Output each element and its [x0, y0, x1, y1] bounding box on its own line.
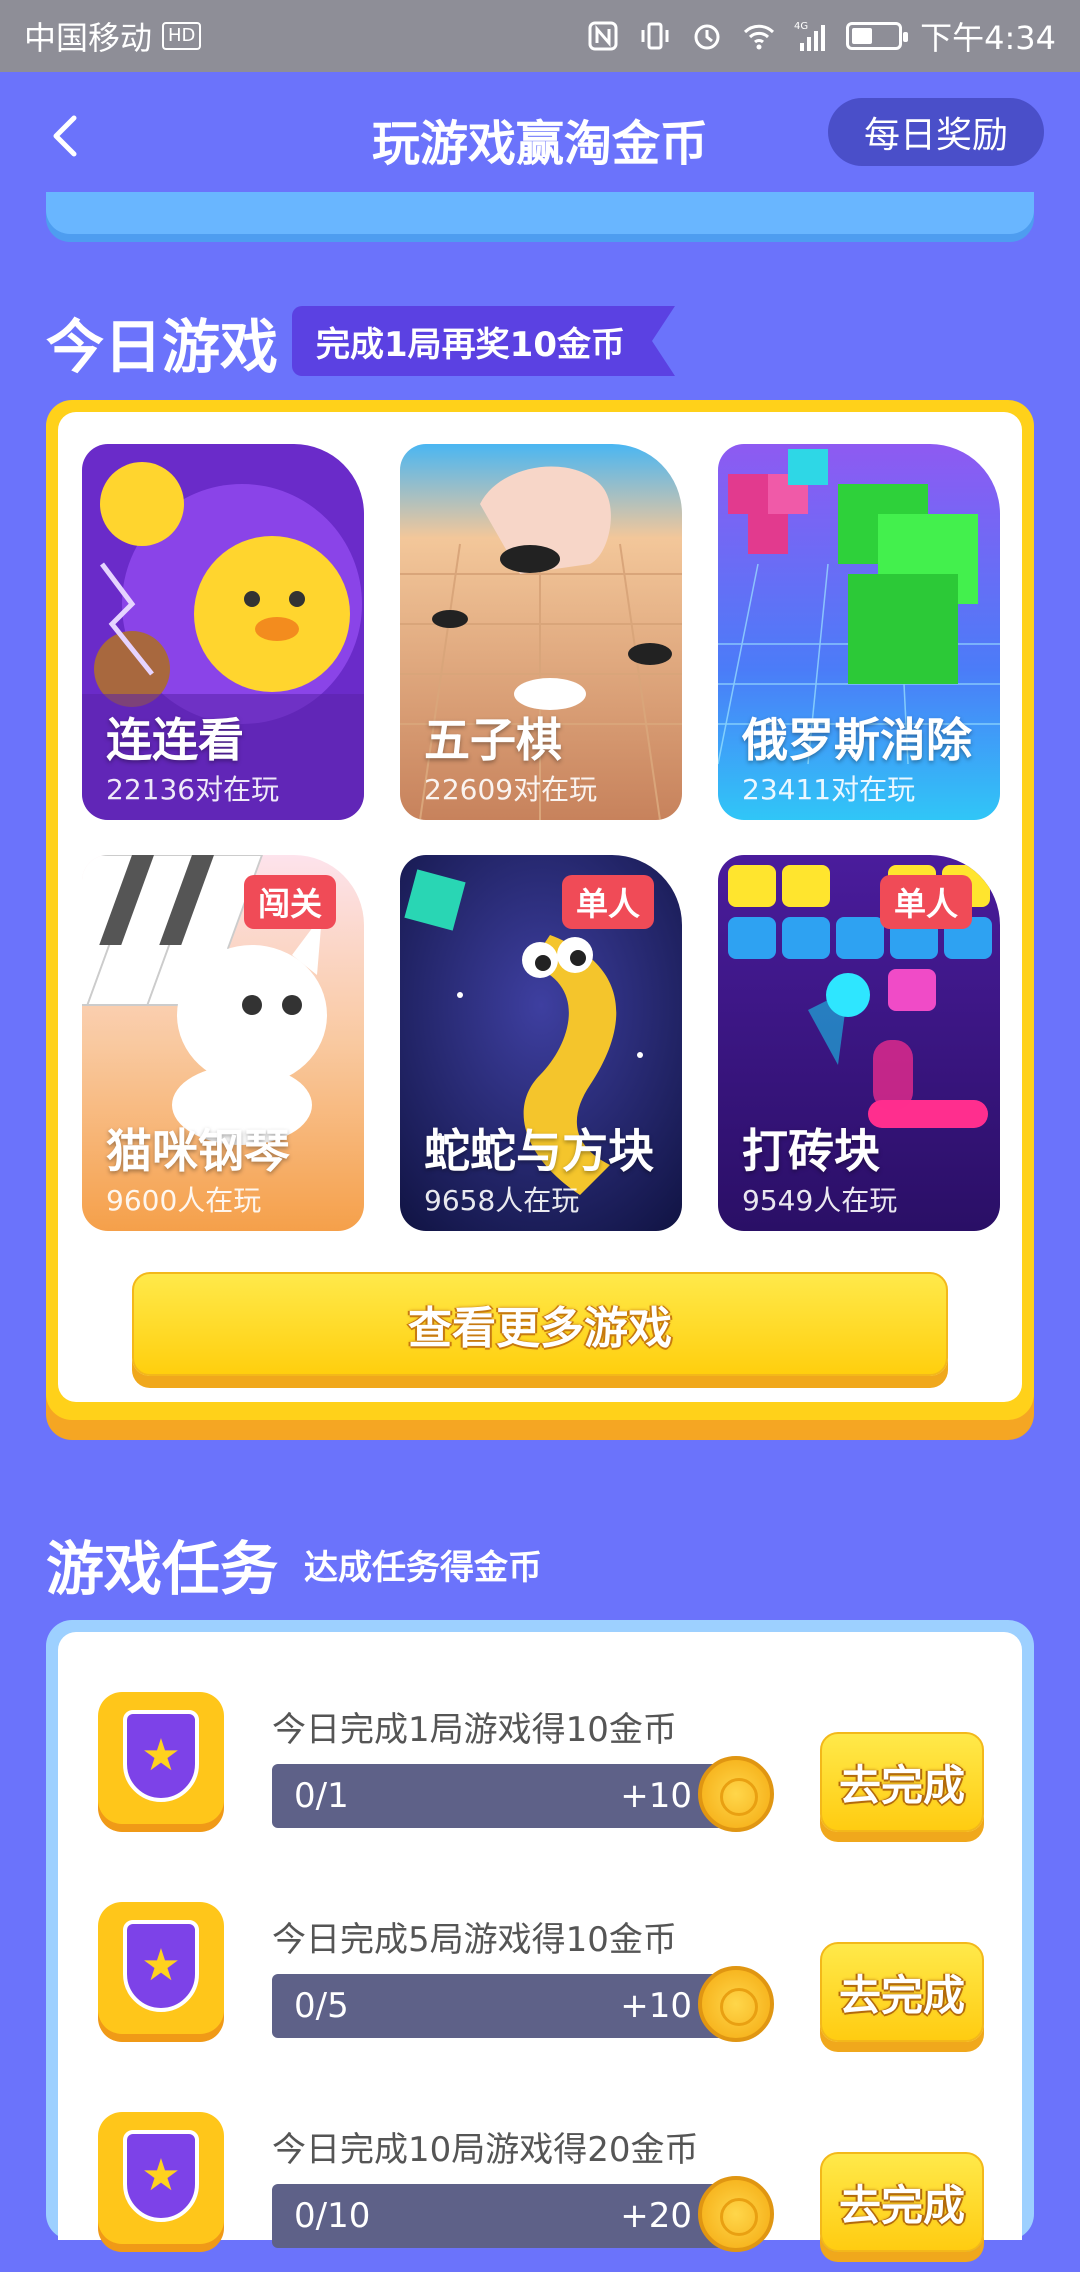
game-players: 22609对在玩 [424, 773, 598, 806]
task-reward-value: +10 [620, 1986, 692, 2026]
status-bar: 中国移动 HD 4G 下午4:34 [0, 0, 1080, 72]
task-badge: ★ [98, 1692, 224, 1824]
game-name: 五子棋 [424, 713, 562, 767]
game-name: 连连看 [106, 713, 244, 767]
game-tile-snake-blocks[interactable]: 单人 蛇蛇与方块 9658人在玩 [400, 855, 682, 1231]
game-tasks-title: 游戏任务 [46, 1535, 279, 1603]
task-description: 今日完成5局游戏得10金币 [272, 1920, 677, 1960]
network-type-label: 4G [794, 21, 808, 32]
task-badge: ★ [98, 2112, 224, 2244]
star-icon: ★ [141, 1940, 181, 1991]
game-name: 猫咪钢琴 [106, 1124, 290, 1178]
game-tag-badge: 单人 [879, 875, 972, 929]
tasks-card: ★ 今日完成1局游戏得10金币 0/1 +10 去完成 ★ 今日完成5局游戏得1… [46, 1620, 1034, 2252]
shield-icon: ★ [123, 1710, 199, 1802]
game-tile-maomi-piano[interactable]: 闯关 猫咪钢琴 9600人在玩 [82, 855, 364, 1231]
task-reward-value: +20 [620, 2196, 692, 2236]
task-progress-value: 0/5 [294, 1986, 349, 2026]
game-players: 9600人在玩 [106, 1184, 262, 1217]
nfc-icon [586, 19, 620, 53]
more-games-button[interactable]: 查看更多游戏 [132, 1272, 948, 1376]
daily-reward-button[interactable]: 每日奖励 [827, 98, 1044, 166]
status-left: 中国移动 HD [24, 13, 202, 59]
banner-bottom-edge [46, 192, 1034, 234]
status-right: 4G 下午4:34 [586, 13, 1056, 59]
gold-coin-icon [698, 2176, 774, 2252]
game-name: 俄罗斯消除 [742, 713, 972, 767]
game-tile-lianliankan[interactable]: 连连看 22136对在玩 [82, 444, 364, 820]
app-header: 玩游戏赢淘金币 每日奖励 [0, 72, 1080, 202]
task-row: ★ 今日完成10局游戏得20金币 0/10 +20 去完成 [58, 2092, 1022, 2272]
game-players: 22136对在玩 [106, 773, 280, 806]
task-progress-bar: 0/5 +10 [272, 1974, 732, 2038]
clock-label: 下午4:34 [920, 19, 1056, 57]
task-progress-value: 0/1 [294, 1776, 349, 1816]
star-icon: ★ [141, 1730, 181, 1781]
game-tag-badge: 单人 [561, 875, 654, 929]
go-complete-button[interactable]: 去完成 [820, 2152, 984, 2252]
star-icon: ★ [141, 2150, 181, 2201]
task-description: 今日完成10局游戏得20金币 [272, 2130, 699, 2170]
shield-icon: ★ [123, 2130, 199, 2222]
game-players: 9549人在玩 [742, 1184, 898, 1217]
signal-icon: 4G [794, 19, 828, 53]
task-row: ★ 今日完成1局游戏得10金币 0/1 +10 去完成 [58, 1672, 1022, 1852]
task-badge: ★ [98, 1902, 224, 2034]
go-complete-button[interactable]: 去完成 [820, 1942, 984, 2042]
task-progress-value: 0/10 [294, 2196, 371, 2236]
games-card: 连连看 22136对在玩 五子棋 22609对在玩 俄罗斯消除 23411对在玩… [46, 400, 1034, 1420]
task-reward-value: +10 [620, 1776, 692, 1816]
game-name: 蛇蛇与方块 [424, 1124, 654, 1178]
wifi-icon [742, 19, 776, 53]
task-description: 今日完成1局游戏得10金币 [272, 1710, 677, 1750]
task-row: ★ 今日完成5局游戏得10金币 0/5 +10 去完成 [58, 1882, 1022, 2062]
game-tasks-subtitle: 达成任务得金币 [304, 1548, 542, 1588]
game-players: 9658人在玩 [424, 1184, 580, 1217]
bonus-ribbon: 完成1局再奖10金币 [292, 306, 675, 376]
tasks-card-inner: ★ 今日完成1局游戏得10金币 0/1 +10 去完成 ★ 今日完成5局游戏得1… [58, 1632, 1022, 2252]
shield-icon: ★ [123, 1920, 199, 2012]
gold-coin-icon [698, 1966, 774, 2042]
hd-badge: HD [162, 22, 202, 50]
alarm-icon [690, 19, 724, 53]
games-card-inner: 连连看 22136对在玩 五子棋 22609对在玩 俄罗斯消除 23411对在玩… [58, 412, 1022, 1402]
task-progress-bar: 0/1 +10 [272, 1764, 732, 1828]
vibrate-icon [638, 19, 672, 53]
game-players: 23411对在玩 [742, 773, 916, 806]
battery-icon [846, 22, 909, 50]
go-complete-button[interactable]: 去完成 [820, 1732, 984, 1832]
gold-coin-icon [698, 1756, 774, 1832]
game-tag-badge: 闯关 [243, 875, 336, 929]
game-tile-wuziqi[interactable]: 五子棋 22609对在玩 [400, 444, 682, 820]
game-name: 打砖块 [742, 1124, 880, 1178]
today-games-title: 今日游戏 [46, 313, 279, 381]
game-tile-eluosi[interactable]: 俄罗斯消除 23411对在玩 [718, 444, 1000, 820]
game-tile-brick-breaker[interactable]: 单人 打砖块 9549人在玩 [718, 855, 1000, 1231]
carrier-label: 中国移动 [24, 19, 153, 57]
task-progress-bar: 0/10 +20 [272, 2184, 732, 2248]
